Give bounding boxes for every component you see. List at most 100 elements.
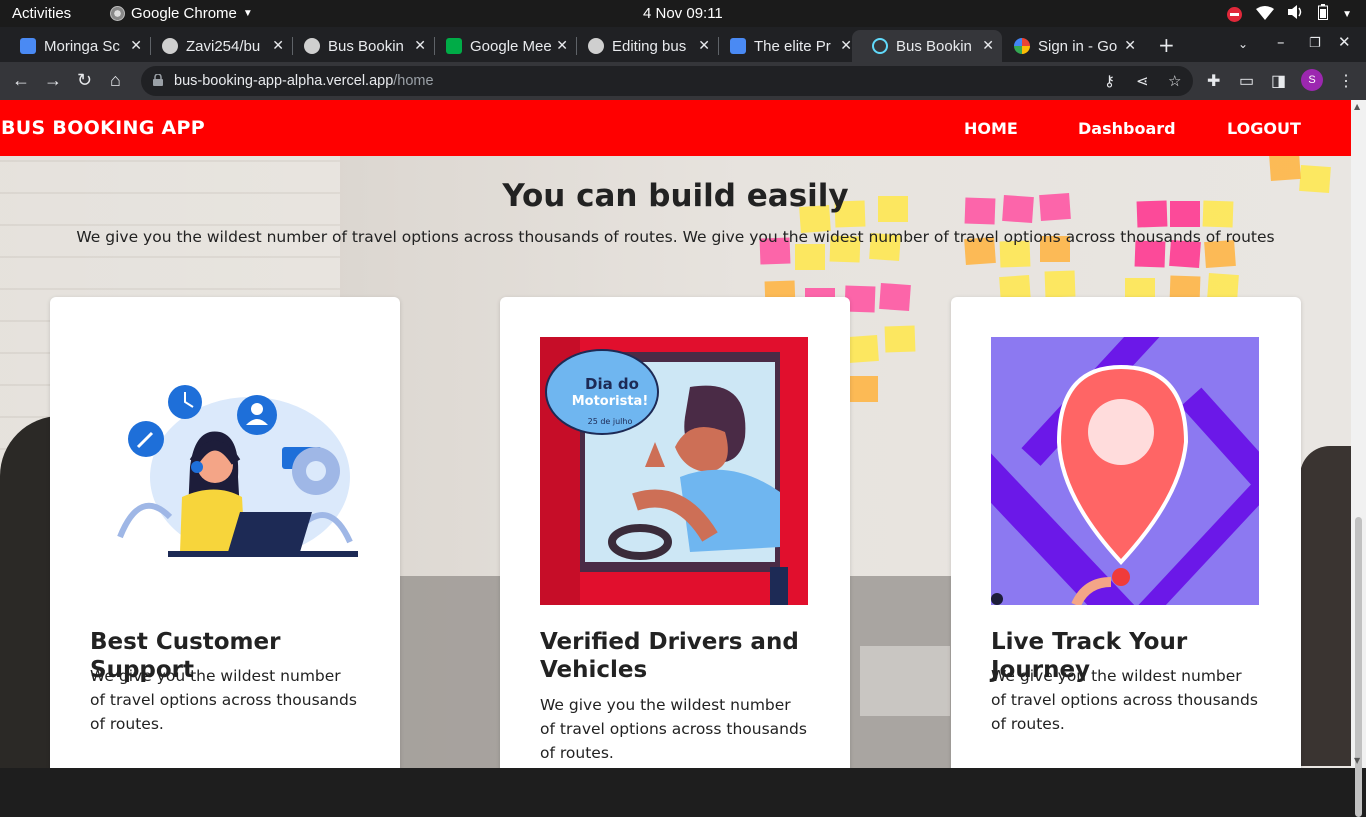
github-icon — [588, 38, 604, 54]
page-viewport: BUS BOOKING APP HOME Dashboard LOGOUT Yo… — [0, 100, 1351, 768]
tab-title: Bus Bookin — [896, 37, 972, 55]
volume-icon — [1288, 5, 1304, 23]
close-icon[interactable]: ✕ — [130, 37, 142, 54]
close-icon[interactable]: ✕ — [556, 37, 568, 54]
tab-search-chevron-icon[interactable]: ⌄ — [1238, 37, 1248, 51]
forward-button[interactable]: → — [44, 70, 62, 91]
app-navbar: BUS BOOKING APP HOME Dashboard LOGOUT — [0, 100, 1351, 156]
github-icon — [162, 38, 178, 54]
meet-icon — [446, 38, 462, 54]
tab-google-sign-in[interactable]: Sign in - Go ✕ — [994, 30, 1144, 62]
scroll-up-arrow-icon[interactable]: ▲ — [1354, 102, 1360, 111]
reload-button[interactable]: ↻ — [77, 70, 92, 91]
tab-title: Editing bus — [612, 37, 687, 55]
card-text: We give you the wildest number of travel… — [90, 667, 357, 733]
brand-logo[interactable]: BUS BOOKING APP — [1, 117, 205, 139]
close-icon[interactable]: ✕ — [1124, 37, 1136, 54]
system-top-bar: Activities Google Chrome ▼ 4 Nov 09:11 ▼ — [0, 0, 1366, 27]
tab-title: Zavi254/bu — [186, 37, 261, 55]
url-text: bus-booking-app-alpha.vercel.app/home — [174, 73, 434, 89]
card-text: We give you the wildest number of travel… — [991, 667, 1258, 733]
sticky-note — [884, 325, 916, 353]
nav-link-home[interactable]: HOME — [964, 119, 1018, 138]
feature-card-drivers: Dia do Motorista! 25 de julho Verified D… — [500, 297, 850, 768]
bubble-date: 25 de julho — [588, 417, 633, 426]
tab-bus-booking[interactable]: Bus Bookin ✕ — [284, 30, 434, 62]
side-panel-icon[interactable]: ◨ — [1271, 71, 1286, 91]
sticky-note — [879, 282, 911, 312]
system-tray[interactable]: ▼ — [1227, 4, 1352, 24]
close-window-button[interactable]: ✕ — [1338, 33, 1351, 51]
wifi-icon — [1256, 5, 1275, 23]
nav-link-logout[interactable]: LOGOUT — [1227, 119, 1301, 138]
tab-title: Google Mee — [470, 37, 552, 55]
menu-kebab-icon[interactable]: ⋮ — [1338, 71, 1354, 91]
driver-illustration: Dia do Motorista! 25 de julho — [540, 337, 808, 605]
tab-title: Moringa Sc — [44, 37, 120, 55]
react-icon — [872, 38, 888, 54]
section-title: You can build easily — [502, 178, 849, 214]
close-icon[interactable]: ✕ — [414, 37, 426, 54]
sticky-note — [1044, 270, 1076, 298]
background-laptop — [860, 646, 950, 716]
person-silhouette — [1300, 446, 1351, 766]
bubble-line2: Motorista! — [572, 394, 649, 409]
app-name: Google Chrome — [131, 5, 237, 22]
address-bar[interactable]: bus-booking-app-alpha.vercel.app/home ⚷ … — [141, 66, 1193, 96]
close-icon[interactable]: ✕ — [698, 37, 710, 54]
app-menu[interactable]: Google Chrome ▼ — [110, 5, 253, 22]
nav-link-dashboard[interactable]: Dashboard — [1078, 119, 1176, 138]
customer-support-illustration — [90, 337, 358, 605]
docs-icon — [730, 38, 746, 54]
tab-title: Sign in - Go — [1038, 37, 1118, 55]
close-icon[interactable]: ✕ — [840, 37, 852, 54]
scrollbar-thumb[interactable] — [1355, 517, 1362, 817]
maximize-button[interactable]: ❐ — [1309, 36, 1321, 51]
clock[interactable]: 4 Nov 09:11 — [643, 5, 723, 22]
moringa-icon — [20, 38, 36, 54]
card-title: Verified Drivers and Vehicles — [540, 629, 799, 683]
activities-button[interactable]: Activities — [12, 5, 71, 22]
map-pin-illustration — [991, 337, 1259, 605]
lock-icon[interactable] — [153, 73, 163, 86]
chevron-down-icon: ▼ — [242, 8, 253, 19]
tab-title: The elite Pr — [754, 37, 831, 55]
tab-bus-booking-active[interactable]: Bus Bookin ✕ — [852, 30, 1002, 62]
sticky-note — [847, 334, 879, 364]
sticky-note — [795, 244, 825, 270]
tab-google-meet[interactable]: Google Mee ✕ — [426, 30, 576, 62]
back-button[interactable]: ← — [12, 70, 30, 91]
sticky-note — [848, 376, 878, 402]
feature-card-support: Best Customer Support We give you the wi… — [50, 297, 400, 768]
tab-editing-bus[interactable]: Editing bus ✕ — [568, 30, 718, 62]
share-icon[interactable]: ⋖ — [1136, 72, 1149, 90]
chrome-icon — [110, 6, 125, 21]
bubble-line1: Dia do — [585, 375, 639, 393]
minimize-button[interactable]: – — [1277, 33, 1285, 51]
key-icon[interactable]: ⚷ — [1104, 72, 1115, 90]
globe-icon — [304, 38, 320, 54]
feature-card-live-track: Live Track Your Journey We give you the … — [951, 297, 1301, 768]
sticky-note — [1269, 152, 1301, 182]
battery-icon — [1318, 4, 1329, 24]
tab-title: Bus Bookin — [328, 37, 404, 55]
card-text: We give you the wildest number of travel… — [540, 696, 807, 762]
tab-zavi-repo[interactable]: Zavi254/bu ✕ — [142, 30, 292, 62]
tab-elite-docs[interactable]: The elite Pr ✕ — [710, 30, 860, 62]
section-subtitle: We give you the wildest number of travel… — [76, 228, 1275, 246]
new-tab-button[interactable]: + — [1158, 33, 1175, 57]
tab-moringa[interactable]: Moringa Sc ✕ — [0, 30, 150, 62]
extensions-icon[interactable]: ✚ — [1207, 71, 1220, 91]
do-not-disturb-icon — [1227, 6, 1243, 22]
close-icon[interactable]: ✕ — [272, 37, 284, 54]
home-button[interactable]: ⌂ — [110, 70, 121, 91]
close-icon[interactable]: ✕ — [982, 37, 994, 54]
scroll-down-arrow-icon[interactable]: ▼ — [1354, 756, 1360, 765]
cast-icon[interactable]: ▭ — [1239, 71, 1254, 91]
chevron-down-icon: ▼ — [1342, 8, 1352, 20]
page-scrollbar[interactable]: ▲ ▼ — [1351, 100, 1366, 817]
profile-avatar[interactable]: S — [1301, 69, 1323, 91]
bookmark-star-icon[interactable]: ☆ — [1168, 72, 1181, 90]
google-icon — [1014, 38, 1030, 54]
browser-toolbar: ← → ↻ ⌂ bus-booking-app-alpha.vercel.app… — [0, 62, 1366, 100]
